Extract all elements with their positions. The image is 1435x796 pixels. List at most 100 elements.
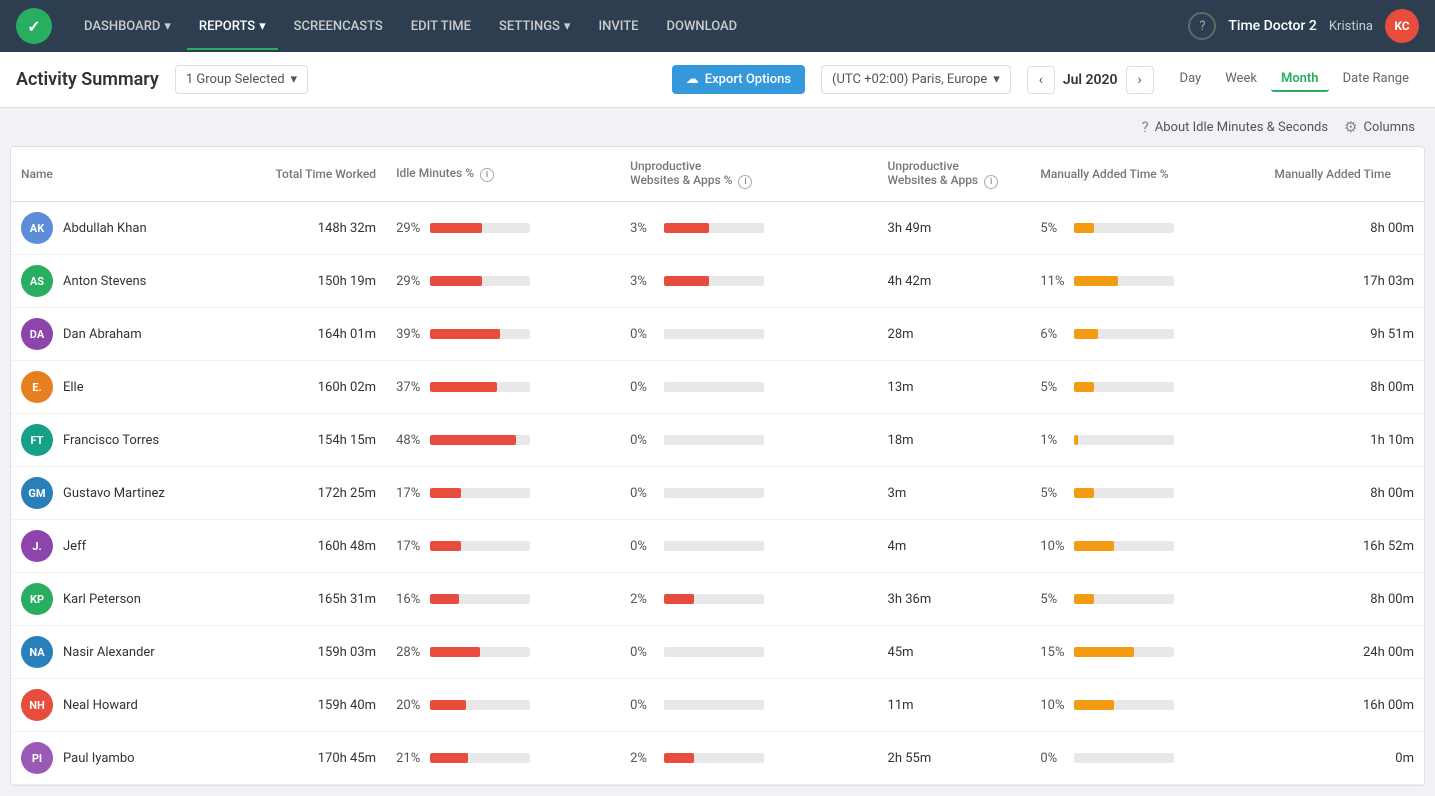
- table-row[interactable]: FT Francisco Torres 154h 15m 48% 0% 18m …: [11, 414, 1424, 467]
- tab-month[interactable]: Month: [1271, 67, 1329, 92]
- help-icon[interactable]: ?: [1188, 12, 1216, 40]
- employee-name[interactable]: Nasir Alexander: [63, 645, 155, 660]
- employee-name[interactable]: Elle: [63, 380, 84, 395]
- nav-right: ? Time Doctor 2 Kristina KC: [1188, 9, 1419, 43]
- cell-unprod-time: 3m: [878, 467, 1031, 520]
- cell-manual-pct: 5%: [1030, 573, 1264, 626]
- chevron-down-icon: ▾: [164, 19, 171, 34]
- nav-screencasts[interactable]: SCREENCASTS: [282, 11, 395, 42]
- unprod-pct-info-icon[interactable]: i: [738, 175, 752, 189]
- cell-manual-time: 8h 00m: [1264, 573, 1424, 626]
- table-row[interactable]: E. Elle 160h 02m 37% 0% 13m 5% 8h 00m: [11, 361, 1424, 414]
- avatar: J.: [21, 530, 53, 562]
- cell-unprod-pct: 3%: [620, 202, 877, 255]
- cell-manual-pct: 10%: [1030, 520, 1264, 573]
- table-row[interactable]: PI Paul Iyambo 170h 45m 21% 2% 2h 55m 0%…: [11, 732, 1424, 785]
- tab-week[interactable]: Week: [1215, 67, 1267, 92]
- cell-manual-time: 1h 10m: [1264, 414, 1424, 467]
- cell-name: NA Nasir Alexander: [11, 626, 245, 679]
- cell-manual-pct: 5%: [1030, 361, 1264, 414]
- cell-name: PI Paul Iyambo: [11, 732, 245, 785]
- sub-nav: Activity Summary 1 Group Selected ▾ ☁ Ex…: [0, 52, 1435, 108]
- table-row[interactable]: AK Abdullah Khan 148h 32m 29% 3% 3h 49m …: [11, 202, 1424, 255]
- nav-reports[interactable]: REPORTS ▾: [187, 11, 278, 42]
- nav-logo: ✓: [16, 8, 52, 44]
- nav-dashboard[interactable]: DASHBOARD ▾: [72, 11, 183, 42]
- brand-name: Time Doctor 2: [1228, 18, 1317, 34]
- cell-manual-time: 16h 52m: [1264, 520, 1424, 573]
- cell-name: GM Gustavo Martinez: [11, 467, 245, 520]
- employee-name[interactable]: Jeff: [63, 539, 86, 554]
- date-nav: ‹ Jul 2020 ›: [1027, 66, 1154, 94]
- table-row[interactable]: NH Neal Howard 159h 40m 20% 0% 11m 10% 1…: [11, 679, 1424, 732]
- nav-edit-time[interactable]: EDIT TIME: [399, 11, 483, 42]
- table-row[interactable]: NA Nasir Alexander 159h 03m 28% 0% 45m 1…: [11, 626, 1424, 679]
- unprod-info-icon[interactable]: i: [984, 175, 998, 189]
- date-next-button[interactable]: ›: [1126, 66, 1154, 94]
- employee-name[interactable]: Neal Howard: [63, 698, 138, 713]
- columns-button[interactable]: ⚙ Columns: [1344, 118, 1415, 136]
- avatar: NA: [21, 636, 53, 668]
- nav-items: DASHBOARD ▾ REPORTS ▾ SCREENCASTS EDIT T…: [72, 11, 1188, 42]
- cell-name: FT Francisco Torres: [11, 414, 245, 467]
- cell-idle-pct: 28%: [386, 626, 620, 679]
- cell-idle-pct: 20%: [386, 679, 620, 732]
- cell-manual-time: 16h 00m: [1264, 679, 1424, 732]
- data-table: Name Total Time Worked Idle Minutes % i …: [10, 146, 1425, 786]
- tab-date-range[interactable]: Date Range: [1333, 67, 1419, 92]
- cell-unprod-time: 13m: [878, 361, 1031, 414]
- col-header-manual-pct: Manually Added Time %: [1030, 147, 1264, 202]
- idle-info-icon[interactable]: i: [480, 168, 494, 182]
- cell-idle-pct: 21%: [386, 732, 620, 785]
- cell-idle-pct: 29%: [386, 255, 620, 308]
- employee-name[interactable]: Paul Iyambo: [63, 751, 135, 766]
- cell-unprod-time: 3h 36m: [878, 573, 1031, 626]
- user-avatar[interactable]: KC: [1385, 9, 1419, 43]
- cell-unprod-time: 4m: [878, 520, 1031, 573]
- cell-unprod-time: 28m: [878, 308, 1031, 361]
- col-header-unprod: UnproductiveWebsites & Apps i: [878, 147, 1031, 202]
- avatar: GM: [21, 477, 53, 509]
- timezone-selector[interactable]: (UTC +02:00) Paris, Europe ▾: [821, 65, 1011, 94]
- table-row[interactable]: AS Anton Stevens 150h 19m 29% 3% 4h 42m …: [11, 255, 1424, 308]
- cell-total-time: 170h 45m: [245, 732, 386, 785]
- chevron-down-icon: ▾: [259, 19, 266, 34]
- export-button[interactable]: ☁ Export Options: [672, 65, 805, 94]
- tab-day[interactable]: Day: [1170, 67, 1212, 92]
- page-title: Activity Summary: [16, 69, 159, 90]
- date-prev-button[interactable]: ‹: [1027, 66, 1055, 94]
- avatar: KP: [21, 583, 53, 615]
- cell-name: NH Neal Howard: [11, 679, 245, 732]
- employee-name[interactable]: Dan Abraham: [63, 327, 142, 342]
- col-header-name: Name: [11, 147, 245, 202]
- cell-unprod-pct: 0%: [620, 414, 877, 467]
- employee-name[interactable]: Abdullah Khan: [63, 221, 147, 236]
- cell-manual-pct: 6%: [1030, 308, 1264, 361]
- cell-manual-pct: 10%: [1030, 679, 1264, 732]
- idle-info-button[interactable]: ? About Idle Minutes & Seconds: [1142, 118, 1328, 136]
- group-selector[interactable]: 1 Group Selected ▾: [175, 65, 308, 94]
- cell-name: AS Anton Stevens: [11, 255, 245, 308]
- table-row[interactable]: J. Jeff 160h 48m 17% 0% 4m 10% 16h 52m: [11, 520, 1424, 573]
- cell-manual-time: 0m: [1264, 732, 1424, 785]
- cell-manual-time: 8h 00m: [1264, 361, 1424, 414]
- employee-name[interactable]: Karl Peterson: [63, 592, 141, 607]
- table-row[interactable]: GM Gustavo Martinez 172h 25m 17% 0% 3m 5…: [11, 467, 1424, 520]
- cell-total-time: 159h 40m: [245, 679, 386, 732]
- cell-manual-pct: 11%: [1030, 255, 1264, 308]
- cell-total-time: 154h 15m: [245, 414, 386, 467]
- col-header-total: Total Time Worked: [245, 147, 386, 202]
- nav-download[interactable]: DOWNLOAD: [655, 11, 750, 42]
- table-row[interactable]: DA Dan Abraham 164h 01m 39% 0% 28m 6% 9h…: [11, 308, 1424, 361]
- cell-name: DA Dan Abraham: [11, 308, 245, 361]
- upload-icon: ☁: [686, 72, 699, 87]
- nav-settings[interactable]: SETTINGS ▾: [487, 11, 582, 42]
- employee-name[interactable]: Gustavo Martinez: [63, 486, 165, 501]
- col-header-idle: Idle Minutes % i: [386, 147, 620, 202]
- nav-invite[interactable]: INVITE: [586, 11, 650, 42]
- table-row[interactable]: KP Karl Peterson 165h 31m 16% 2% 3h 36m …: [11, 573, 1424, 626]
- cell-unprod-pct: 2%: [620, 732, 877, 785]
- cell-idle-pct: 17%: [386, 467, 620, 520]
- employee-name[interactable]: Francisco Torres: [63, 433, 159, 448]
- employee-name[interactable]: Anton Stevens: [63, 274, 146, 289]
